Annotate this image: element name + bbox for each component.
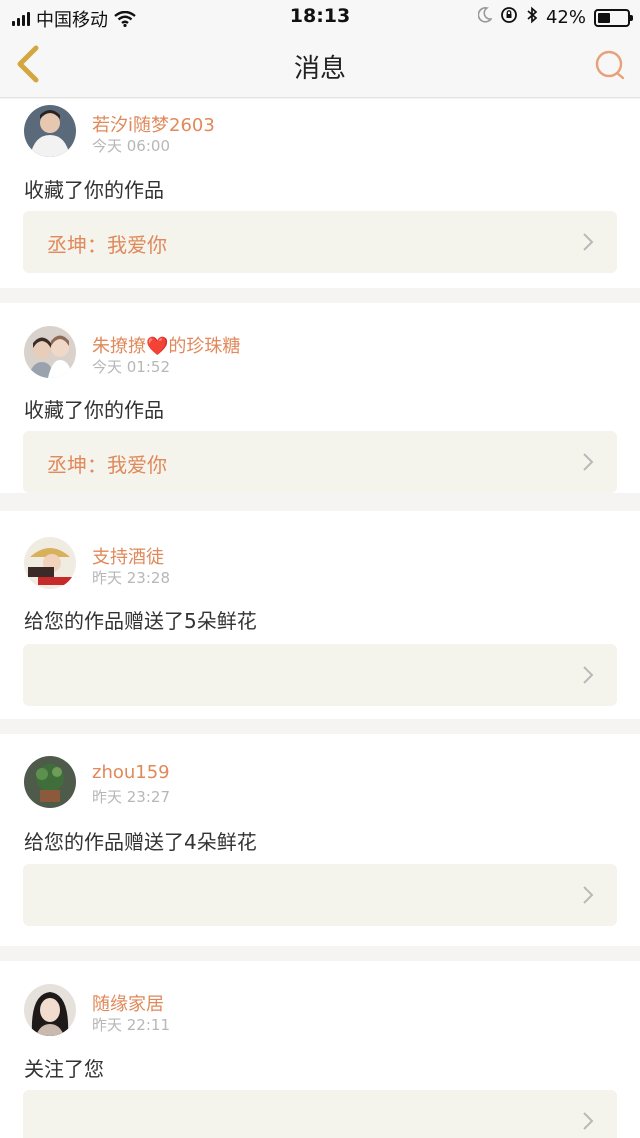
avatar[interactable]: [24, 105, 76, 157]
chevron-right-icon: [583, 233, 594, 251]
work-link[interactable]: 丞坤：我爱你: [23, 211, 617, 273]
timestamp: 今天 06:00: [92, 137, 170, 155]
action-text: 给您的作品赠送了5朵鲜花: [24, 609, 257, 633]
battery-percent: 42%: [545, 7, 586, 28]
chevron-right-icon: [583, 453, 594, 471]
work-link[interactable]: [23, 644, 617, 706]
chevron-right-icon: [583, 1112, 594, 1130]
timestamp: 昨天 22:11: [92, 1016, 170, 1034]
avatar[interactable]: [24, 326, 76, 378]
username[interactable]: 若汐i随梦2603: [92, 111, 215, 137]
message-card[interactable]: 支持酒徒 昨天 23:28 给您的作品赠送了5朵鲜花: [0, 511, 640, 719]
avatar[interactable]: [24, 537, 76, 589]
search-button[interactable]: [594, 49, 626, 81]
chevron-right-icon: [583, 886, 594, 904]
action-text: 收藏了你的作品: [24, 398, 164, 422]
avatar[interactable]: [24, 984, 76, 1036]
chevron-right-icon: [583, 666, 594, 684]
message-card[interactable]: 朱撩撩❤️的珍珠糖 今天 01:52 收藏了你的作品 丞坤：我爱你: [0, 303, 640, 493]
action-text: 给您的作品赠送了4朵鲜花: [24, 830, 257, 854]
page-title: 消息: [293, 54, 346, 84]
action-text: 关注了您: [24, 1057, 104, 1081]
timestamp: 昨天 23:27: [92, 788, 170, 806]
username[interactable]: 朱撩撩❤️的珍珠糖: [92, 332, 240, 358]
action-text: 收藏了你的作品: [24, 178, 164, 202]
work-title: 丞坤：我爱你: [47, 233, 167, 257]
avatar[interactable]: [24, 756, 76, 808]
message-card[interactable]: 随缘家居 昨天 22:11 关注了您: [0, 961, 640, 1138]
timestamp: 今天 01:52: [92, 358, 170, 376]
username[interactable]: 支持酒徒: [92, 543, 164, 569]
bluetooth-icon: [526, 6, 538, 29]
orientation-lock-icon: [500, 6, 518, 29]
work-link[interactable]: [23, 864, 617, 926]
work-link[interactable]: 丞坤：我爱你: [23, 431, 617, 493]
username[interactable]: 随缘家居: [92, 990, 164, 1016]
message-card[interactable]: 若汐i随梦2603 今天 06:00 收藏了你的作品 丞坤：我爱你: [0, 99, 640, 288]
username[interactable]: zhou159: [92, 762, 170, 783]
work-title: 丞坤：我爱你: [47, 453, 167, 477]
nav-bar: 消息: [0, 32, 640, 98]
search-icon: [595, 50, 625, 80]
moon-icon: [477, 7, 493, 28]
message-card[interactable]: zhou159 昨天 23:27 给您的作品赠送了4朵鲜花: [0, 734, 640, 946]
battery-icon: [594, 8, 633, 27]
status-bar: 中国移动 18:13 42%: [0, 0, 640, 32]
message-list: 若汐i随梦2603 今天 06:00 收藏了你的作品 丞坤：我爱你 朱撩撩❤️的…: [0, 99, 640, 1138]
work-link[interactable]: [23, 1090, 617, 1138]
timestamp: 昨天 23:28: [92, 569, 170, 587]
